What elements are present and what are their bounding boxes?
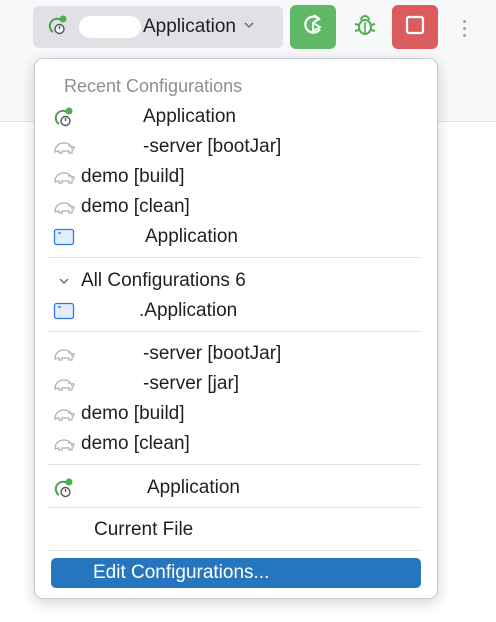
chevron-down-icon — [51, 268, 77, 294]
more-options-button[interactable] — [452, 10, 476, 46]
redacted-name — [81, 137, 143, 157]
stop-button[interactable] — [392, 5, 438, 49]
debug-button[interactable] — [343, 5, 387, 49]
recent-config-item[interactable]: Application — [51, 223, 421, 251]
recent-config-item[interactable]: -server [bootJar] — [51, 133, 421, 161]
all-configurations-group[interactable]: All Configurations 6 — [51, 267, 421, 295]
gradle-elephant-icon — [51, 134, 77, 160]
more-dot — [462, 19, 466, 23]
recent-config-item[interactable]: Application — [51, 103, 421, 131]
gradle-elephant-icon — [51, 194, 77, 220]
separator — [47, 507, 421, 508]
separator — [47, 257, 421, 258]
selected-configuration-label: Application — [143, 16, 236, 37]
config-label: Application — [147, 477, 240, 498]
recent-configurations-title: Recent Configurations — [64, 76, 243, 96]
recent-config-item[interactable]: demo [clean] — [51, 193, 421, 221]
more-dot — [462, 33, 466, 37]
gradle-config-item[interactable]: demo [clean] — [51, 430, 421, 458]
spring-boot-run-icon — [51, 475, 77, 501]
redacted-name — [81, 227, 145, 247]
gradle-config-item[interactable]: demo [build] — [51, 400, 421, 428]
current-file-item[interactable]: Current File — [51, 516, 421, 544]
application-window-icon — [51, 298, 77, 324]
config-label: Application — [143, 106, 236, 127]
separator — [47, 550, 421, 551]
run-configuration-selector[interactable]: Application — [33, 6, 283, 48]
gradle-config-item[interactable]: -server [jar] — [51, 370, 421, 398]
bug-icon — [352, 12, 378, 43]
config-label: .Application — [139, 300, 238, 321]
redacted-name — [81, 301, 139, 321]
edit-configurations-label: Edit Configurations... — [93, 562, 270, 583]
config-label: demo [build] — [81, 166, 185, 187]
rerun-button[interactable] — [290, 5, 336, 49]
config-item[interactable]: .Application — [51, 297, 421, 325]
gradle-elephant-icon — [51, 341, 77, 367]
config-label: demo [clean] — [81, 433, 190, 454]
gradle-elephant-icon — [51, 431, 77, 457]
gradle-elephant-icon — [51, 401, 77, 427]
recent-config-item[interactable]: demo [build] — [51, 163, 421, 191]
rerun-icon — [300, 12, 326, 43]
config-label: Application — [145, 226, 238, 247]
stop-icon — [403, 13, 427, 42]
more-dot — [462, 26, 466, 30]
separator — [47, 464, 421, 465]
edit-configurations-button[interactable]: Edit Configurations... — [51, 558, 421, 588]
redacted-name — [81, 478, 147, 498]
config-label: -server [jar] — [143, 373, 240, 394]
running-config-item[interactable]: Application — [51, 474, 421, 502]
redacted-name — [81, 107, 143, 127]
spring-boot-run-icon — [47, 14, 69, 41]
gradle-elephant-icon — [51, 164, 77, 190]
group-label: All Configurations 6 — [81, 270, 246, 291]
config-label: demo [build] — [81, 403, 185, 424]
current-file-label: Current File — [94, 519, 194, 540]
application-window-icon — [51, 224, 77, 250]
gradle-elephant-icon — [51, 371, 77, 397]
redacted-name — [81, 374, 143, 394]
gradle-config-item[interactable]: -server [bootJar] — [51, 340, 421, 368]
config-label: demo [clean] — [81, 196, 190, 217]
redacted-project-name — [79, 16, 141, 38]
separator — [47, 331, 421, 332]
config-label: -server [bootJar] — [143, 343, 282, 364]
spring-boot-run-icon — [51, 104, 77, 130]
run-configurations-popup: Recent Configurations Application -serve… — [34, 58, 438, 599]
redacted-name — [81, 344, 143, 364]
config-label: -server [bootJar] — [143, 136, 282, 157]
chevron-down-icon — [242, 18, 256, 37]
